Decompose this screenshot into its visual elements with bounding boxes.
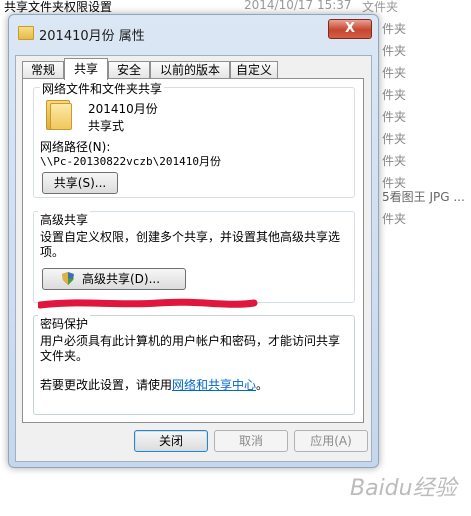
red-annotation-mark <box>38 298 258 309</box>
watermark: Baidu经验 <box>350 476 457 501</box>
tab-sharing[interactable]: 共享 <box>64 58 108 80</box>
cancel-button[interactable]: 取消 <box>214 430 288 452</box>
background-type: 文件夹 <box>362 0 399 14</box>
tab-security[interactable]: 安全 <box>108 61 150 79</box>
background-list-item: 件夹 <box>382 22 407 36</box>
folder-icon <box>46 100 72 130</box>
dialog-client-area: 常规 共享 安全 以前的版本 自定义 网络文件和文件夹共享 201410月份 共… <box>15 55 372 462</box>
close-dialog-button[interactable]: 关闭 <box>134 430 208 452</box>
properties-dialog: 201410月份 属性 X 常规 共享 安全 以前的版本 自定义 网络文件和文件… <box>8 14 379 468</box>
change-text-prefix: 若要更改此设置，请使用 <box>40 378 173 392</box>
advanced-share-description: 设置自定义权限，创建多个共享，并设置其他高级共享选项。 <box>40 230 341 259</box>
dialog-title: 201410月份 属性 <box>39 29 145 44</box>
folder-icon <box>18 26 34 40</box>
close-button[interactable]: X <box>328 19 372 39</box>
tab-general[interactable]: 常规 <box>22 61 64 79</box>
apply-button[interactable]: 应用(A) <box>294 430 368 452</box>
network-share-group: 网络文件和文件夹共享 201410月份 共享式 网络路径(N): \\Pc-20… <box>33 80 355 198</box>
folder-name: 201410月份 <box>88 102 158 116</box>
background-list-item: 件夹 <box>382 212 407 226</box>
sharing-panel: 网络文件和文件夹共享 201410月份 共享式 网络路径(N): \\Pc-20… <box>22 78 364 423</box>
background-title: 共享文件夹权限设置 <box>4 0 113 14</box>
change-text-suffix: 。 <box>256 378 269 392</box>
group-title: 高级共享 <box>38 211 91 228</box>
password-description: 用户必须具有此计算机的用户帐户和密码，才能访问共享文件夹。 <box>40 334 341 363</box>
share-button[interactable]: 共享(S)... <box>42 172 118 194</box>
background-list-item: 件夹 <box>382 176 407 190</box>
tab-previous-versions[interactable]: 以前的版本 <box>150 61 230 79</box>
shield-icon <box>62 272 74 285</box>
advanced-share-group: 高级共享 设置自定义权限，创建多个共享，并设置其他高级共享选项。 高级共享(D)… <box>33 211 355 303</box>
password-change-text: 若要更改此设置，请使用网络和共享中心。 <box>40 376 268 393</box>
network-sharing-center-link[interactable]: 网络和共享中心 <box>172 378 256 392</box>
network-path-value: \\Pc-20130822vczb\201410月份 <box>40 155 221 168</box>
background-list-item: 件夹 <box>382 132 407 146</box>
advanced-share-label: 高级共享(D)... <box>81 272 161 286</box>
background-date: 2014/10/17 15:37 <box>244 0 352 12</box>
title-bar[interactable]: 201410月份 属性 X <box>9 15 378 49</box>
background-list-item: 件夹 <box>382 88 407 102</box>
group-title: 网络文件和文件夹共享 <box>40 80 165 97</box>
share-status: 共享式 <box>88 119 125 133</box>
group-title: 密码保护 <box>38 315 91 332</box>
background-list-item: 件夹 <box>382 44 407 58</box>
background-list-item: 件夹 <box>382 154 407 168</box>
tab-customize[interactable]: 自定义 <box>230 61 278 79</box>
background-list-item: 件夹 <box>382 66 407 80</box>
advanced-share-button[interactable]: 高级共享(D)... <box>42 268 186 290</box>
password-protection-group: 密码保护 用户必须具有此计算机的用户帐户和密码，才能访问共享文件夹。 若要更改此… <box>33 315 355 415</box>
background-list-item: 件夹 <box>382 110 407 124</box>
